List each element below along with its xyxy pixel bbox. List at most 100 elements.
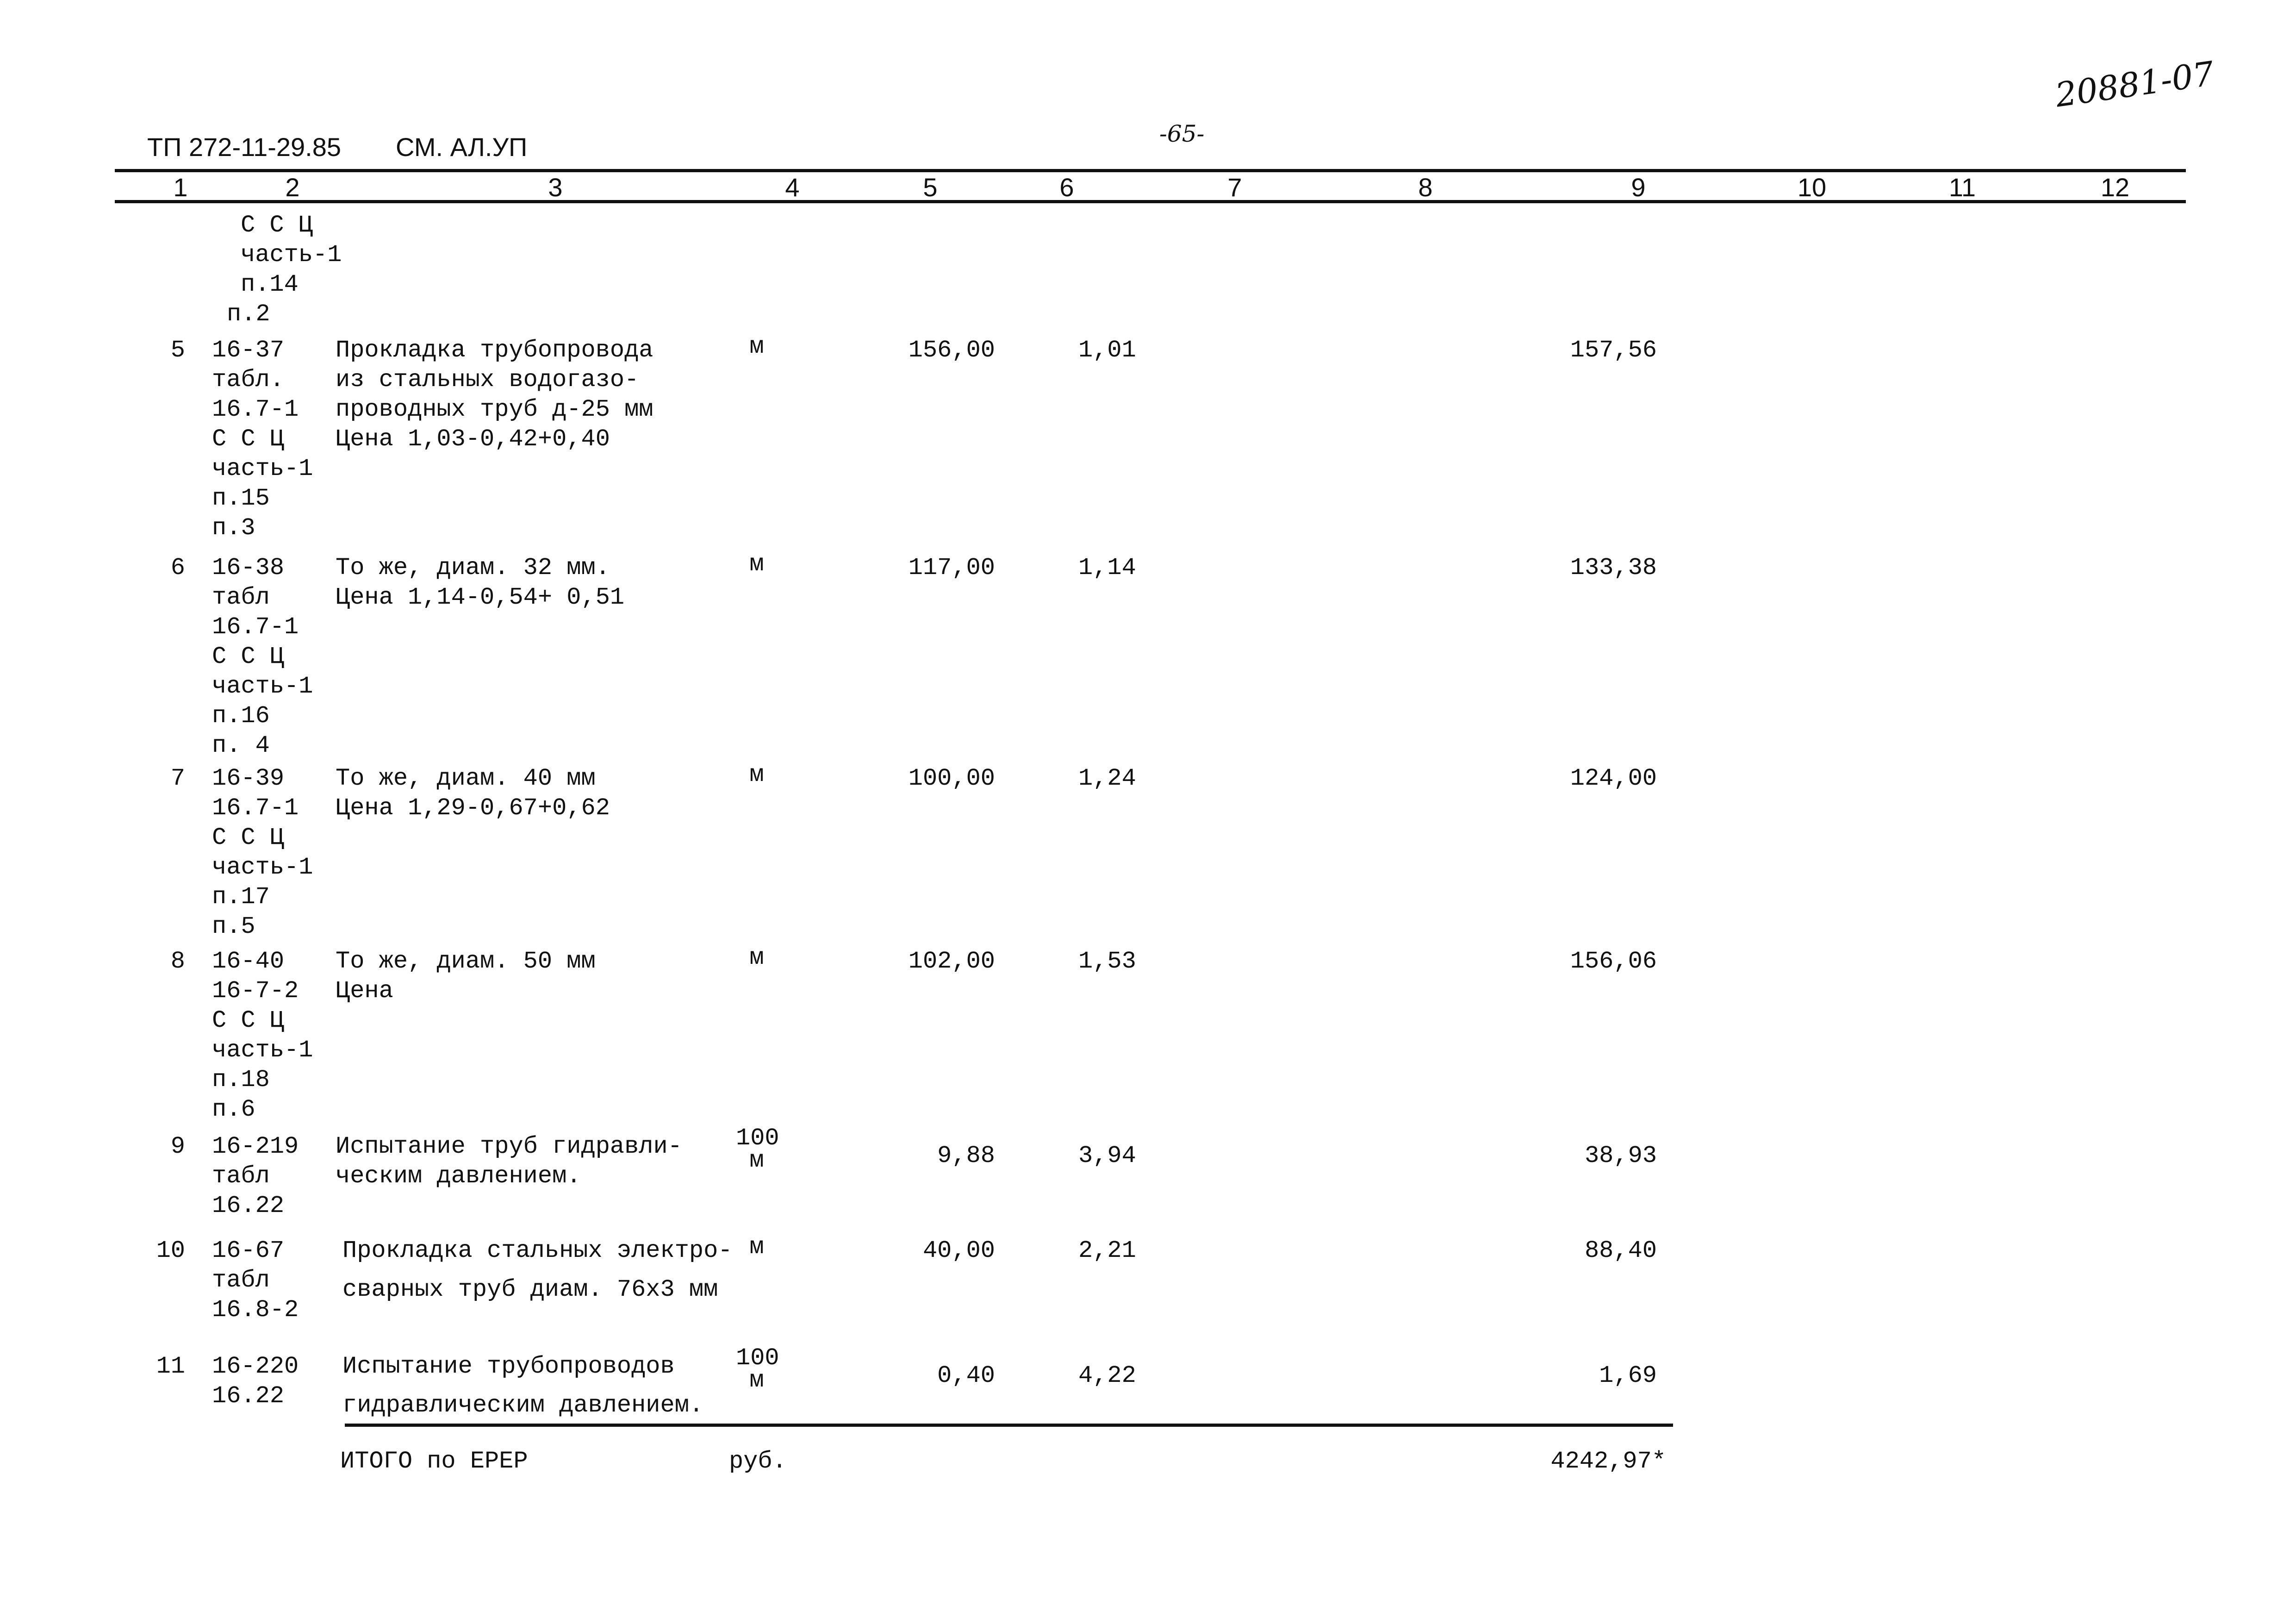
page-number: -65- [1159, 120, 1205, 147]
ref-line: С С Ц [241, 212, 313, 239]
norm-reference: 16-38 табл 16.7-1 С С Ц часть-1 п.16 п. 4 [212, 553, 313, 761]
unit-price: 1,01 [1078, 337, 1136, 364]
ref-line: 16-37 [212, 337, 285, 364]
row-number: 5 [170, 337, 185, 364]
ref-line: С С Ц [212, 824, 285, 851]
work-description: То же, диам. 50 мм Цена [336, 947, 596, 1006]
total-cost: 1,69 [1599, 1362, 1657, 1389]
work-description: То же, диам. 32 мм. Цена 1,14-0,54+ 0,51 [336, 553, 624, 612]
work-description: Прокладка стальных электро-сварных труб … [342, 1236, 733, 1314]
total-cost: 157,56 [1570, 337, 1657, 364]
ref-line: п.17 [212, 883, 270, 911]
row-number: 7 [170, 765, 185, 792]
description-line: То же, диам. 50 мм [336, 948, 596, 975]
total-unit: руб. [729, 1448, 787, 1475]
unit-line: 100 [736, 1344, 779, 1372]
description-line: сварных труб диам. 76х3 мм [342, 1276, 718, 1303]
unit-price: 3,94 [1078, 1142, 1136, 1169]
section-code: СМ. АЛ.УП [396, 132, 528, 162]
ref-line: п. 4 [212, 732, 270, 759]
quantity: 100,00 [908, 765, 995, 792]
column-number: 2 [285, 173, 300, 202]
ref-line: С С Ц [212, 1007, 285, 1034]
ref-line: С С Ц [212, 425, 285, 453]
work-description: Прокладка трубопровода из стальных водога… [336, 336, 653, 454]
description-line: Прокладка трубопровода [336, 337, 653, 364]
unit-line: м [749, 333, 764, 360]
ref-line: п.14 [241, 271, 299, 298]
unit-of-measure: 100 м [736, 1344, 779, 1393]
ref-line: 16-39 [212, 765, 285, 792]
ref-line: 16-219 [212, 1133, 299, 1160]
header-bottom-rule [115, 200, 2186, 203]
row-number: 9 [170, 1133, 185, 1160]
quantity: 156,00 [908, 337, 995, 364]
ref-line: С С Ц [212, 643, 285, 670]
unit-line: м [749, 944, 764, 971]
column-number: 9 [1631, 173, 1646, 202]
quantity: 40,00 [922, 1237, 995, 1264]
ref-line: 16-7-2 [212, 977, 299, 1005]
ref-line: 16-38 [212, 554, 285, 581]
ref-line: часть-1 [241, 241, 342, 269]
norm-reference: 16-220 16.22 [212, 1352, 299, 1411]
norm-reference: 16-39 16.7-1 С С Ц часть-1 п.17 п.5 [212, 764, 313, 942]
continuation-ref: С С Цчасть-1 п.14 п.2 [227, 211, 342, 329]
header-top-rule [115, 169, 2186, 172]
unit-of-measure: м [736, 944, 778, 971]
description-line: Испытание труб гидравли- [336, 1133, 682, 1160]
ref-line: 16.7-1 [212, 613, 299, 641]
description-line: ческим давлением. [336, 1162, 581, 1190]
ref-line: 16.22 [212, 1382, 285, 1410]
ref-line: табл [212, 1162, 270, 1190]
ref-line: п.15 [212, 485, 270, 512]
unit-price: 1,53 [1078, 948, 1136, 975]
column-number: 10 [1797, 173, 1827, 202]
row-number: 8 [170, 948, 185, 975]
work-description: Испытание трубопроводов гидравлическим да… [342, 1352, 703, 1430]
ref-line: 16-220 [212, 1353, 299, 1380]
column-number: 6 [1059, 173, 1074, 202]
ref-line: табл. [212, 366, 285, 394]
unit-of-measure: м [736, 1233, 778, 1261]
ref-line: 16-67 [212, 1237, 285, 1264]
total-cost: 156,06 [1570, 948, 1657, 975]
total-rule [345, 1424, 1673, 1427]
ref-line: табл [212, 584, 270, 611]
column-number: 4 [785, 173, 800, 202]
norm-reference: 16-67 табл 16.8-2 [212, 1236, 299, 1325]
column-number: 5 [923, 173, 938, 202]
unit-price: 1,14 [1078, 554, 1136, 581]
column-number: 11 [1948, 173, 1976, 202]
work-description: Испытание труб гидравли-ческим давлением… [336, 1132, 682, 1191]
ref-line: п.5 [212, 913, 255, 940]
ref-line: часть-1 [212, 1037, 313, 1064]
ref-line: 16.7-1 [212, 396, 299, 423]
description-line: проводных труб д-25 мм [336, 396, 653, 423]
description-line: То же, диам. 32 мм. [336, 554, 610, 581]
ref-line: часть-1 [212, 455, 313, 482]
description-line: Цена 1,14-0,54+ 0,51 [336, 584, 625, 611]
unit-line: м [749, 1233, 764, 1261]
unit-price: 1,24 [1078, 765, 1136, 792]
ref-line: п.2 [227, 300, 270, 328]
total-label: ИТОГО по ЕРЕР [340, 1448, 528, 1475]
unit-line: 100 [736, 1124, 779, 1152]
ref-line: 16.22 [212, 1192, 285, 1219]
work-description: То же, диам. 40 мм Цена 1,29-0,67+0,62 [336, 764, 610, 823]
description-line: Цена 1,03-0,42+0,40 [336, 425, 610, 453]
row-number: 11 [156, 1353, 185, 1380]
ref-line: п.16 [212, 702, 270, 730]
ref-line: 16-40 [212, 948, 285, 975]
column-number: 3 [548, 173, 563, 202]
ref-line: п.3 [212, 514, 255, 542]
ref-line: п.6 [212, 1096, 255, 1123]
total-cost: 124,00 [1570, 765, 1657, 792]
norm-reference: 16-37 табл. 16.7-1 С С Цчасть-1 п.15 п.3 [212, 336, 313, 543]
unit-line: м [749, 1147, 764, 1174]
archive-number: 20881-07 [2053, 54, 2217, 115]
norm-reference: 16-40 16-7-2 С С Ц часть-1 п.18 п.6 [212, 947, 313, 1124]
ref-line: часть-1 [212, 854, 313, 881]
ref-line: табл [212, 1267, 270, 1294]
unit-of-measure: м [736, 333, 778, 360]
